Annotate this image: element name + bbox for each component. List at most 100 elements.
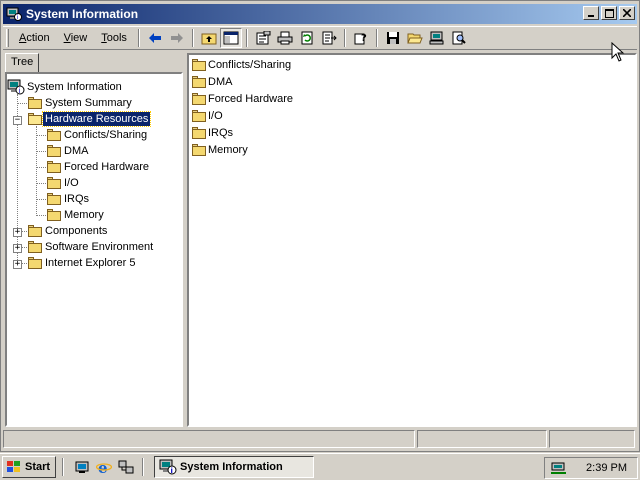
system-info-tool-button[interactable] [426, 28, 448, 48]
list-item-label: Forced Hardware [208, 93, 293, 105]
forward-button[interactable] [166, 28, 188, 48]
minimize-icon [588, 15, 594, 17]
tree-item-label: System Summary [45, 97, 132, 109]
folder-icon [27, 224, 43, 238]
folder-icon [191, 126, 207, 140]
quick-launch-network[interactable] [116, 457, 136, 477]
tree-item-label: DMA [64, 145, 89, 157]
tree-item-hardware-resources[interactable]: Hardware Resources [27, 111, 152, 127]
menu-view-accel: V [63, 32, 71, 44]
toolbar-separator [137, 29, 140, 47]
clock[interactable]: 2:39 PM [586, 462, 627, 474]
list-item[interactable]: Memory [191, 142, 248, 158]
status-panel-right [549, 430, 635, 448]
system-information-app-icon[interactable]: i [6, 6, 22, 22]
menu-action[interactable]: Action [12, 32, 57, 44]
tray-network-icon-wrap[interactable] [550, 460, 568, 476]
expand-components[interactable]: + [13, 228, 22, 237]
close-button[interactable] [619, 6, 635, 20]
export-list-button[interactable] [318, 28, 340, 48]
tree-item-label: Hardware Resources [41, 111, 152, 127]
help-button[interactable]: ? [350, 28, 372, 48]
minimize-button[interactable] [583, 6, 599, 20]
tree-item-internet-explorer-5[interactable]: Internet Explorer 5 [27, 255, 138, 271]
network-icon [118, 460, 134, 474]
menu-action-rest: ction [26, 32, 50, 44]
forward-arrow-icon [170, 33, 183, 43]
task-button-system-information[interactable]: i System Information [154, 456, 314, 478]
quick-launch: e [72, 457, 138, 477]
tree-item-io[interactable]: I/O [46, 175, 81, 191]
tree-item-label: Conflicts/Sharing [64, 129, 148, 141]
open-folder-icon [27, 112, 43, 126]
folder-icon [191, 58, 207, 72]
tree-item-memory[interactable]: Memory [46, 207, 106, 223]
menu-view[interactable]: View [57, 32, 95, 44]
list-item-label: IRQs [208, 127, 234, 139]
print-button[interactable] [274, 28, 296, 48]
maximize-button[interactable] [601, 6, 617, 20]
menu-tools[interactable]: Tools [94, 32, 134, 44]
show-desktop-icon [75, 461, 89, 473]
save-button[interactable] [382, 28, 404, 48]
list-item[interactable]: Forced Hardware [191, 91, 293, 107]
collapse-hardware-resources[interactable]: − [13, 116, 22, 125]
find-button[interactable] [448, 28, 470, 48]
taskbar-separator [142, 458, 144, 476]
tab-tree[interactable]: Tree [5, 53, 39, 73]
list-item[interactable]: DMA [191, 74, 232, 90]
expand-internet-explorer-5[interactable]: + [13, 260, 22, 269]
tree-item-conflicts-sharing[interactable]: Conflicts/Sharing [46, 127, 149, 143]
menu-view-rest: iew [70, 32, 88, 44]
refresh-icon [301, 31, 313, 45]
export-list-icon [322, 31, 337, 45]
folder-icon [46, 208, 62, 222]
menu-bar: Action View Tools [12, 32, 134, 44]
tree-pane-icon [223, 31, 239, 45]
tree-pane[interactable]: i System Information System Summary − Ha… [5, 72, 183, 427]
quick-launch-desktop[interactable] [72, 457, 92, 477]
folder-icon [27, 240, 43, 254]
folder-icon [191, 75, 207, 89]
maximize-icon [604, 8, 614, 18]
floppy-disk-icon [386, 32, 399, 44]
tree-item-irqs[interactable]: IRQs [46, 191, 91, 207]
svg-text:e: e [98, 459, 108, 475]
properties-button[interactable] [252, 28, 274, 48]
list-item[interactable]: IRQs [191, 125, 233, 141]
taskbar-separator [62, 458, 64, 476]
tree-item-dma[interactable]: DMA [46, 143, 90, 159]
folder-icon [46, 128, 62, 142]
tree-item-label: Forced Hardware [64, 161, 149, 173]
status-panel-main [3, 430, 415, 448]
start-button[interactable]: Start [2, 456, 56, 478]
tree-item-label: IRQs [64, 193, 90, 205]
folder-icon [46, 160, 62, 174]
back-button[interactable] [144, 28, 166, 48]
tree-item-software-environment[interactable]: Software Environment [27, 239, 155, 255]
details-pane[interactable]: Conflicts/Sharing DMA Forced Hardware I/… [187, 53, 637, 427]
window-title: System Information [26, 7, 139, 21]
list-item[interactable]: I/O [191, 108, 223, 124]
folder-icon [191, 92, 207, 106]
list-item-label: DMA [208, 76, 233, 88]
list-item[interactable]: Conflicts/Sharing [191, 57, 291, 73]
tree-item-label: I/O [64, 177, 79, 189]
title-bar[interactable]: i System Information [3, 4, 637, 24]
tree-item-forced-hardware[interactable]: Forced Hardware [46, 159, 151, 175]
tree-root[interactable]: i System Information [7, 79, 124, 95]
folder-icon [191, 109, 207, 123]
tree-item-components[interactable]: Components [27, 223, 109, 239]
folder-icon [27, 256, 43, 270]
show-hide-tree-button[interactable] [219, 28, 242, 48]
tree-item-label: Internet Explorer 5 [45, 257, 136, 269]
tree-item-system-summary[interactable]: System Summary [27, 95, 134, 111]
folder-icon [27, 96, 43, 110]
up-one-level-button[interactable] [198, 28, 220, 48]
quick-launch-internet-explorer[interactable]: e [94, 457, 114, 477]
toolbar-grip[interactable] [6, 29, 9, 47]
expand-software-environment[interactable]: + [13, 244, 22, 253]
folder-icon [46, 176, 62, 190]
open-button[interactable] [404, 28, 426, 48]
refresh-button[interactable] [296, 28, 318, 48]
